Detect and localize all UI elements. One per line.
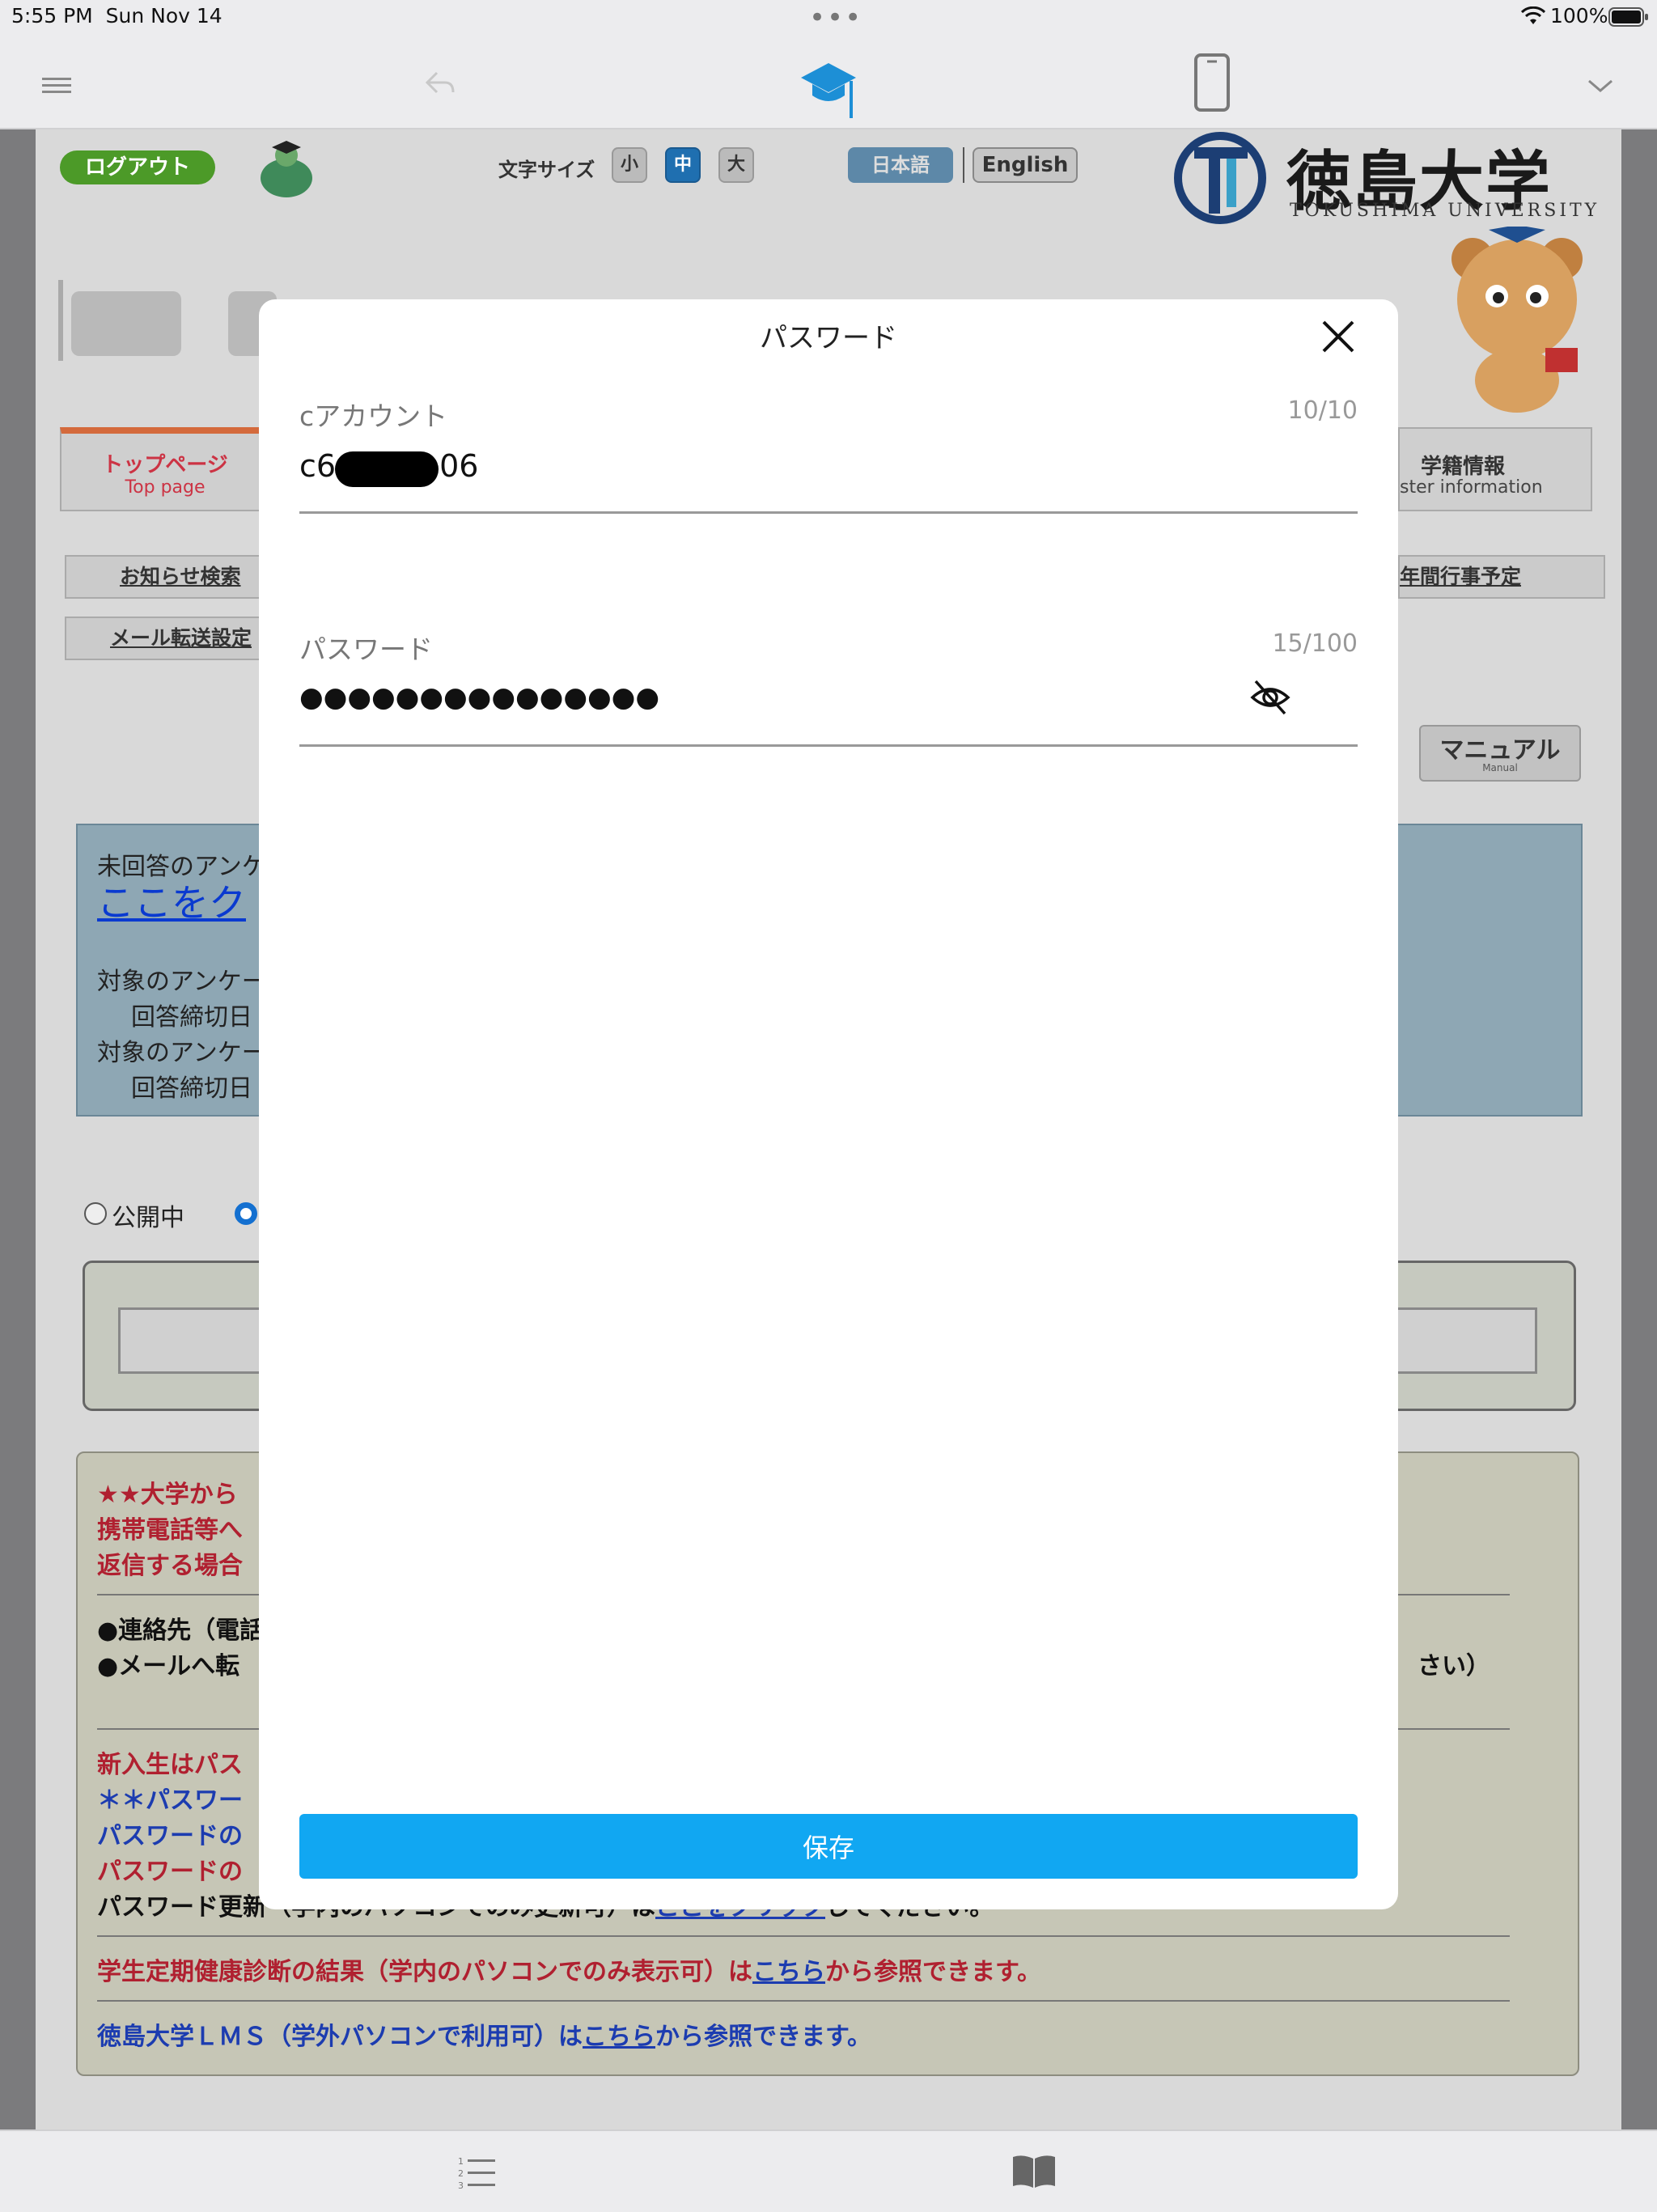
account-char-count: 10/10 xyxy=(1287,396,1358,425)
modal-title: パスワード xyxy=(760,322,897,354)
save-button[interactable]: 保存 xyxy=(299,1814,1358,1879)
password-char-count: 15/100 xyxy=(1272,629,1358,658)
eye-slash-icon[interactable] xyxy=(1249,676,1291,718)
account-label: cアカウント xyxy=(299,400,448,432)
account-value-prefix: c6 xyxy=(299,448,337,484)
password-input[interactable]: ●●●●●●●●●●●●●●● xyxy=(299,681,659,714)
password-underline xyxy=(299,744,1358,747)
password-label: パスワード xyxy=(299,634,433,665)
password-modal: パスワード cアカウント 10/10 c6 06 パスワード 15/100 ●●●… xyxy=(259,299,1398,1909)
account-value-suffix: 06 xyxy=(439,448,479,484)
account-underline xyxy=(299,511,1358,514)
redaction-mark xyxy=(335,451,439,487)
close-icon[interactable] xyxy=(1316,314,1361,359)
